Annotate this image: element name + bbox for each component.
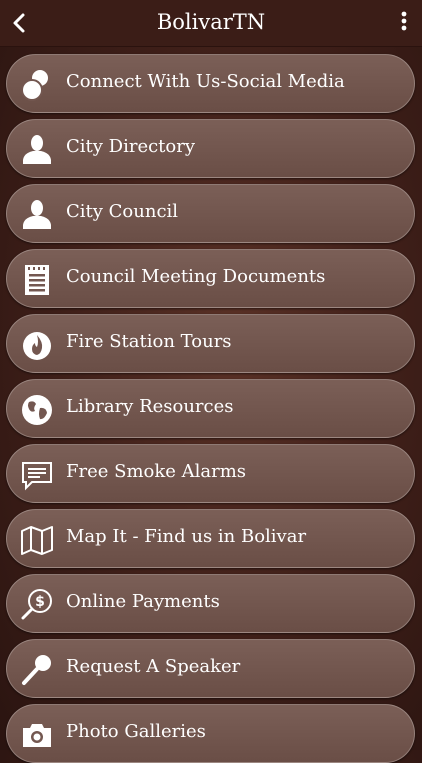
menu-item-label: Council Meeting Documents xyxy=(66,266,326,287)
menu-item-label: Request A Speaker xyxy=(66,656,241,677)
menu-item-label: Connect With Us-Social Media xyxy=(66,71,345,92)
menu-item-label: Online Payments xyxy=(66,591,220,612)
menu-item-photo-galleries[interactable]: Photo Galleries xyxy=(6,704,415,763)
menu-item-label: Map It - Find us in Bolivar xyxy=(66,526,307,547)
menu-item-fire-station-tours[interactable]: Fire Station Tours xyxy=(6,314,415,373)
menu-item-free-smoke-alarms[interactable]: Free Smoke Alarms xyxy=(6,444,415,503)
more-vertical-icon[interactable] xyxy=(396,10,412,36)
map-icon xyxy=(20,523,54,557)
menu-item-online-payments[interactable]: $ Online Payments xyxy=(6,574,415,633)
globe-icon xyxy=(20,393,54,427)
app-header: BolivarTN xyxy=(0,0,422,47)
microphone-icon xyxy=(20,653,54,687)
menu-item-label: Library Resources xyxy=(66,396,234,417)
menu-item-city-directory[interactable]: City Directory xyxy=(6,119,415,178)
menu-item-label: Photo Galleries xyxy=(66,721,206,742)
menu-item-library-resources[interactable]: Library Resources xyxy=(6,379,415,438)
social-bubbles-icon xyxy=(20,68,54,102)
dollar-magnifier-icon: $ xyxy=(20,588,54,622)
menu-item-label: Fire Station Tours xyxy=(66,331,232,352)
menu-item-map-it[interactable]: Map It - Find us in Bolivar xyxy=(6,509,415,568)
svg-text:$: $ xyxy=(35,594,45,610)
menu-item-label: Free Smoke Alarms xyxy=(66,461,247,482)
camera-icon xyxy=(20,718,54,752)
page-title: BolivarTN xyxy=(156,10,266,34)
menu-item-label: City Directory xyxy=(66,136,196,157)
person-icon xyxy=(20,133,54,167)
menu-item-request-speaker[interactable]: Request A Speaker xyxy=(6,639,415,698)
menu-item-social-media[interactable]: Connect With Us-Social Media xyxy=(6,54,415,113)
chat-message-icon xyxy=(20,458,54,492)
document-icon xyxy=(20,263,54,297)
fire-icon xyxy=(20,328,54,362)
menu-item-city-council[interactable]: City Council xyxy=(6,184,415,243)
person-icon xyxy=(20,198,54,232)
menu-item-label: City Council xyxy=(66,201,179,222)
menu-item-council-documents[interactable]: Council Meeting Documents xyxy=(6,249,415,308)
